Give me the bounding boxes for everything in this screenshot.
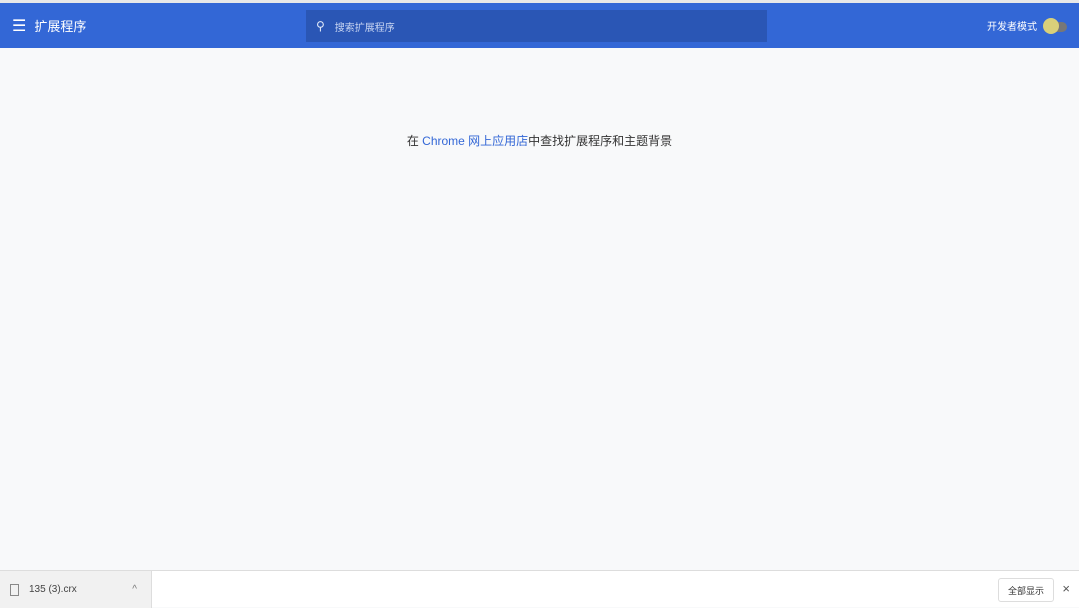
message-suffix: 中查找扩展程序和主题背景 [528, 134, 673, 148]
download-bar: 135 (3).crx ^ 全部显示 × [0, 570, 1079, 608]
download-item[interactable]: 135 (3).crx ^ [0, 571, 152, 608]
page-title: 扩展程序 [34, 19, 87, 34]
search-input[interactable]: ⚲ 搜索扩展程序 [306, 10, 767, 42]
close-icon[interactable]: × [1062, 581, 1070, 596]
download-file-name: 135 (3).crx [29, 584, 77, 595]
dev-mode-toggle-knob[interactable] [1043, 18, 1059, 34]
header: ☰ 扩展程序 ⚲ 搜索扩展程序 开发者模式 [0, 3, 1079, 48]
webstore-link[interactable]: Chrome 网上应用店 [422, 134, 528, 148]
file-icon [10, 583, 19, 596]
message-prefix: 在 [406, 134, 423, 148]
show-all-button[interactable]: 全部显示 [997, 578, 1054, 602]
dev-mode-label: 开发者模式 [987, 22, 1037, 33]
search-icon: ⚲ [316, 19, 325, 33]
chevron-up-icon[interactable]: ^ [132, 584, 137, 595]
menu-icon[interactable]: ☰ [12, 16, 26, 36]
empty-message: 在 Chrome 网上应用店中查找扩展程序和主题背景 [0, 132, 1079, 149]
search-placeholder: 搜索扩展程序 [334, 22, 395, 34]
